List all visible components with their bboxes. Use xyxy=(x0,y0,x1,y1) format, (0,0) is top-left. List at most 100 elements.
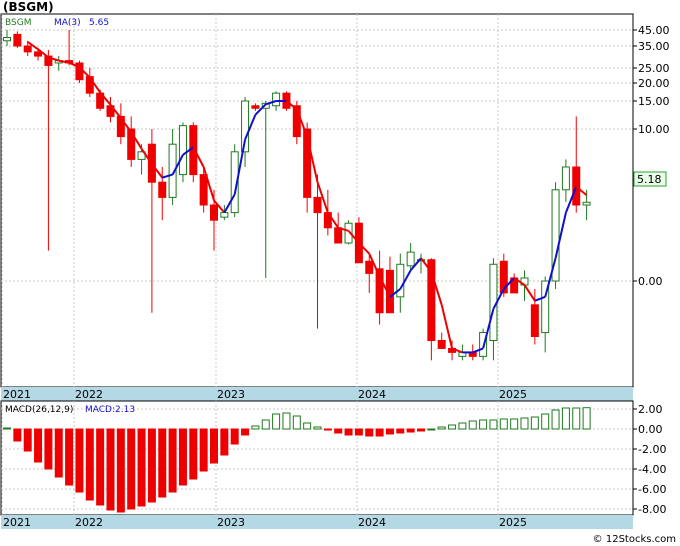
macd-bar xyxy=(189,428,198,480)
year-label: 2023 xyxy=(217,388,245,401)
macd-bar xyxy=(127,428,136,510)
year-label: 2023 xyxy=(217,516,245,529)
price-tick-label: 45.00 xyxy=(638,24,670,37)
macd-bar xyxy=(541,413,550,430)
candle-body xyxy=(13,33,22,47)
ma-segment xyxy=(523,284,536,302)
macd-bar xyxy=(448,424,457,430)
macd-bar xyxy=(210,428,218,464)
macd-bar xyxy=(44,428,53,470)
macd-bar xyxy=(23,428,32,452)
macd-bar xyxy=(292,415,301,430)
macd-bar xyxy=(3,427,11,430)
candle-body xyxy=(406,251,415,267)
year-label: 2021 xyxy=(3,388,31,401)
macd-bar xyxy=(13,428,22,442)
macd-bar xyxy=(354,428,363,436)
macd-tick-label: -6.00 xyxy=(638,483,666,496)
year-label: 2024 xyxy=(358,516,386,529)
macd-bar xyxy=(230,428,239,445)
candle-body xyxy=(437,340,446,349)
macd-bar xyxy=(272,413,281,430)
legend-ma-label: MA(3) xyxy=(54,18,81,28)
macd-tick-label: 2.00 xyxy=(638,403,663,416)
macd-bar xyxy=(251,425,260,430)
macd-bar xyxy=(437,426,446,430)
macd-bar xyxy=(499,418,508,430)
price-tick-label: 25.00 xyxy=(638,62,670,75)
macd-bar xyxy=(137,428,146,507)
macd-tick-label: -2.00 xyxy=(638,443,666,456)
candle-body xyxy=(334,227,343,244)
candle-body xyxy=(582,201,591,206)
macd-bar xyxy=(375,428,384,437)
macd-bar xyxy=(54,428,63,478)
macd-bar xyxy=(147,428,156,503)
macd-tick-label: -8.00 xyxy=(638,503,666,516)
macd-bar xyxy=(561,407,570,430)
candle-body xyxy=(23,45,32,53)
candle-body xyxy=(220,212,229,218)
price-tick-label: 20.00 xyxy=(638,77,670,90)
price-tick-label: 0.00 xyxy=(638,275,663,288)
macd-bar xyxy=(458,422,467,430)
macd-bar xyxy=(479,419,488,430)
candle-body xyxy=(34,51,43,57)
candle-body xyxy=(272,92,281,107)
macd-bar xyxy=(530,416,539,430)
macd-bar xyxy=(489,419,498,430)
macd-bar xyxy=(199,428,208,472)
macd-bar xyxy=(34,428,43,463)
candle-body xyxy=(158,181,167,198)
year-label: 2021 xyxy=(3,516,31,529)
macd-tick-label: -4.00 xyxy=(638,463,666,476)
price-y-axis: 45.00 35.00 25.00 20.00 15.00 10.00 0.00 xyxy=(633,24,670,288)
year-label: 2025 xyxy=(499,388,527,401)
year-label: 2025 xyxy=(499,516,527,529)
macd-bar xyxy=(385,428,394,435)
macd-bar xyxy=(510,418,519,430)
macd-bar xyxy=(261,419,270,430)
year-label: 2022 xyxy=(75,388,103,401)
macd-bar xyxy=(116,428,125,513)
candle-body xyxy=(199,174,208,206)
macd-bar xyxy=(406,428,415,433)
macd-bar xyxy=(417,428,425,432)
macd-tick-label: 0.00 xyxy=(638,423,663,436)
year-label: 2022 xyxy=(75,516,103,529)
year-label: 2024 xyxy=(358,388,386,401)
macd-label: MACD(26,12,9) xyxy=(5,405,73,415)
macd-bar xyxy=(551,409,560,430)
legend-ma-value: 5.65 xyxy=(89,18,109,28)
macd-bar xyxy=(323,428,332,431)
candle-body xyxy=(530,304,539,338)
watermark: © 12Stocks.com xyxy=(592,534,676,545)
last-price-label: 5.18 xyxy=(637,173,662,186)
macd-bar xyxy=(220,428,229,456)
macd-bar xyxy=(520,417,529,430)
candle-body xyxy=(178,125,187,176)
macd-bar xyxy=(313,426,322,430)
price-tick-label: 35.00 xyxy=(638,40,670,53)
stock-chart: 45.00 35.00 25.00 20.00 15.00 10.00 0.00 2021 2… xyxy=(0,13,670,529)
price-tick-label: 15.00 xyxy=(638,95,670,108)
candle-body xyxy=(572,166,581,206)
macd-bar xyxy=(427,428,436,431)
macd-bar xyxy=(572,407,581,430)
macd-bar xyxy=(282,412,291,430)
macd-bar xyxy=(303,422,312,430)
price-tick-label: 10.00 xyxy=(638,123,670,136)
macd-bar xyxy=(96,428,105,506)
candle-body xyxy=(210,204,218,221)
macd-y-axis: 2.00 0.00 -2.00 -4.00 -6.00 -8.00 xyxy=(633,403,666,516)
macd-bar xyxy=(75,428,84,493)
candle-body xyxy=(313,196,322,214)
macd-bar xyxy=(396,428,405,434)
candle-body xyxy=(561,166,570,191)
macd-bar xyxy=(365,428,374,437)
macd-bar xyxy=(178,428,187,486)
legend-symbol: BSGM xyxy=(5,18,31,28)
macd-bar xyxy=(85,428,94,501)
macd-value-label: MACD:2.13 xyxy=(85,405,135,415)
macd-bar xyxy=(158,428,167,498)
